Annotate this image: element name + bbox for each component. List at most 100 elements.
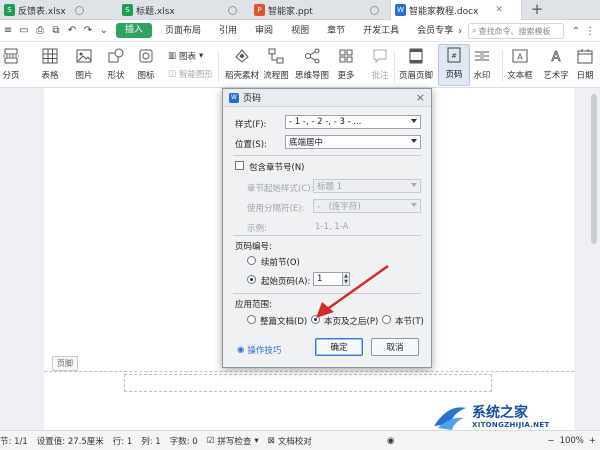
- continue-radio[interactable]: [247, 256, 256, 265]
- tool-label: 分页: [2, 71, 20, 81]
- divider: [233, 155, 421, 156]
- chevron-down-icon: ▾: [254, 435, 259, 446]
- copy-icon[interactable]: ⧉: [48, 23, 64, 39]
- search-placeholder: 查找命令、搜索模板: [478, 26, 551, 36]
- tool-label: 页码: [445, 70, 463, 80]
- tab-insert[interactable]: 插入: [116, 23, 153, 38]
- close-icon[interactable]: ✕: [495, 5, 503, 15]
- flowchart-button[interactable]: 流程图: [256, 46, 296, 81]
- tool-label: 批注: [371, 71, 389, 81]
- tool-label: 图标: [137, 71, 155, 81]
- tab-chapter[interactable]: 章节: [318, 20, 354, 42]
- tool-label: 水印: [473, 71, 491, 81]
- zoom-out-icon[interactable]: −: [547, 436, 554, 446]
- header-footer-button[interactable]: 页眉页脚: [396, 46, 436, 81]
- tab-feedback-xlsx[interactable]: S 反馈表.xlsx: [0, 0, 118, 20]
- tab-page-layout[interactable]: 页面布局: [156, 20, 210, 42]
- tab-status-icon[interactable]: [74, 5, 84, 15]
- tab-developer[interactable]: 开发工具: [354, 20, 408, 42]
- watermark-button[interactable]: 水印: [462, 46, 502, 81]
- chapter-start-select[interactable]: 标题 1: [313, 179, 421, 193]
- tab-references[interactable]: 引用: [210, 20, 246, 42]
- icon-button[interactable]: 图标: [126, 46, 166, 81]
- tab-docx-active[interactable]: W 智能家教程.docx ✕: [390, 0, 522, 20]
- scrollbar-thumb[interactable]: [591, 94, 597, 244]
- page-number-icon: #: [444, 45, 464, 65]
- tips-link[interactable]: ◉ 操作技巧: [237, 344, 281, 356]
- print-icon[interactable]: ⎙: [32, 23, 48, 39]
- tab-ppt[interactable]: P 智能家.ppt: [250, 0, 388, 20]
- chevron-down-icon: [411, 183, 417, 187]
- undo-icon[interactable]: ↶: [64, 23, 80, 39]
- style-select[interactable]: - 1 -, - 2 -, - 3 - ...: [285, 115, 421, 129]
- command-search-input[interactable]: ⌕ 查找命令、搜索模板: [468, 23, 564, 39]
- example-label: 示例:: [247, 224, 267, 234]
- material-icon: [232, 46, 252, 66]
- chapter-start-value: 标题 1: [317, 182, 343, 192]
- wps-logo-icon: W: [229, 92, 239, 103]
- word-count[interactable]: 字数: 0: [170, 435, 198, 447]
- more-icon[interactable]: ⌄: [96, 23, 112, 39]
- row-indicator: 行: 1: [112, 436, 133, 447]
- chart-button[interactable]: ▥ 图表 ▾: [168, 50, 203, 62]
- watermark-title: 系统之家: [472, 405, 528, 421]
- position-select[interactable]: 底端居中: [285, 135, 421, 149]
- tool-label: 文本框: [507, 71, 533, 81]
- tab-title-xlsx[interactable]: S 标题.xlsx: [118, 0, 244, 20]
- tab-view[interactable]: 视图: [282, 20, 318, 42]
- date-button[interactable]: 日期: [568, 46, 600, 81]
- open-icon[interactable]: ▭: [16, 23, 32, 39]
- tab-status-icon[interactable]: [369, 5, 379, 15]
- include-chapter-checkbox[interactable]: [235, 161, 244, 170]
- icon-library-icon: [136, 46, 156, 66]
- ribbon-menu-row: ≡ ▭ ⎙ ⧉ ↶ ↷ ⌄ 插入 页面布局 引用 审阅 视图 章节 开发工具 会…: [0, 20, 600, 42]
- textbox-button[interactable]: A 文本框: [500, 46, 540, 81]
- continue-label: 续前节(O): [261, 258, 300, 268]
- scope-whole-radio[interactable]: [247, 315, 256, 324]
- smart-art-button[interactable]: ◫ 智能图形: [168, 68, 213, 80]
- footer-content-box[interactable]: [124, 374, 492, 392]
- wordart-icon: A: [546, 46, 566, 66]
- new-tab-button[interactable]: +: [528, 1, 546, 19]
- cancel-button[interactable]: 取消: [371, 338, 419, 356]
- setting-value[interactable]: 设置值: 27.5厘米: [37, 435, 104, 447]
- tab-status-icon[interactable]: [227, 5, 237, 15]
- close-icon[interactable]: ×: [416, 91, 425, 104]
- svg-text:A: A: [552, 50, 561, 65]
- separator-label: 使用分隔符(E):: [247, 204, 305, 214]
- spell-check-toggle[interactable]: ☑ 拼写检查 ▾: [207, 435, 259, 447]
- document-tab-bar: S 反馈表.xlsx S 标题.xlsx P 智能家.ppt W 智能家教程.d…: [0, 0, 600, 20]
- ok-button[interactable]: 确定: [315, 338, 363, 356]
- proofread-button[interactable]: ⊠ 文档校对: [268, 435, 312, 447]
- grid-icon: [336, 46, 356, 66]
- zoom-level[interactable]: 100%: [560, 436, 584, 446]
- watermark-url: XITONGZHIJIA.NET: [472, 421, 550, 429]
- tool-label: 艺术字: [543, 71, 569, 81]
- separator-select[interactable]: - (连字符): [313, 199, 421, 213]
- tool-label: 流程图: [263, 71, 289, 81]
- page-break-button[interactable]: 分页: [0, 46, 28, 81]
- tab-label: 智能家教程.docx: [409, 6, 479, 17]
- eye-icon[interactable]: ◉: [387, 436, 394, 446]
- tab-review[interactable]: 审阅: [246, 20, 282, 42]
- menu-icon[interactable]: ≡: [0, 23, 16, 39]
- table-icon: [40, 46, 60, 66]
- more-options-icon[interactable]: ⋮: [582, 23, 598, 39]
- zoom-in-icon[interactable]: +: [589, 436, 596, 446]
- play-circle-icon: ◉: [237, 345, 245, 355]
- style-value: - 1 -, - 2 -, - 3 - ...: [289, 117, 362, 127]
- red-arrow-annotation: [316, 264, 389, 318]
- include-chapter-label: 包含章节号(N): [249, 163, 305, 173]
- tool-label: 稻壳素材: [224, 71, 259, 81]
- scope-section-label: 应用范围:: [235, 300, 272, 310]
- page-break-icon: [1, 46, 21, 66]
- tab-label: 反馈表.xlsx: [18, 6, 66, 17]
- position-label: 位置(S):: [235, 140, 267, 150]
- start-number-radio[interactable]: [247, 275, 256, 284]
- redo-icon[interactable]: ↷: [80, 23, 96, 39]
- separator-value: - (连字符): [317, 202, 361, 212]
- chevron-right-icon[interactable]: ›: [452, 23, 468, 39]
- svg-text:A: A: [517, 53, 523, 62]
- xitongzhijia-logo: [434, 407, 466, 430]
- section-indicator[interactable]: 节: 1/1: [0, 435, 28, 447]
